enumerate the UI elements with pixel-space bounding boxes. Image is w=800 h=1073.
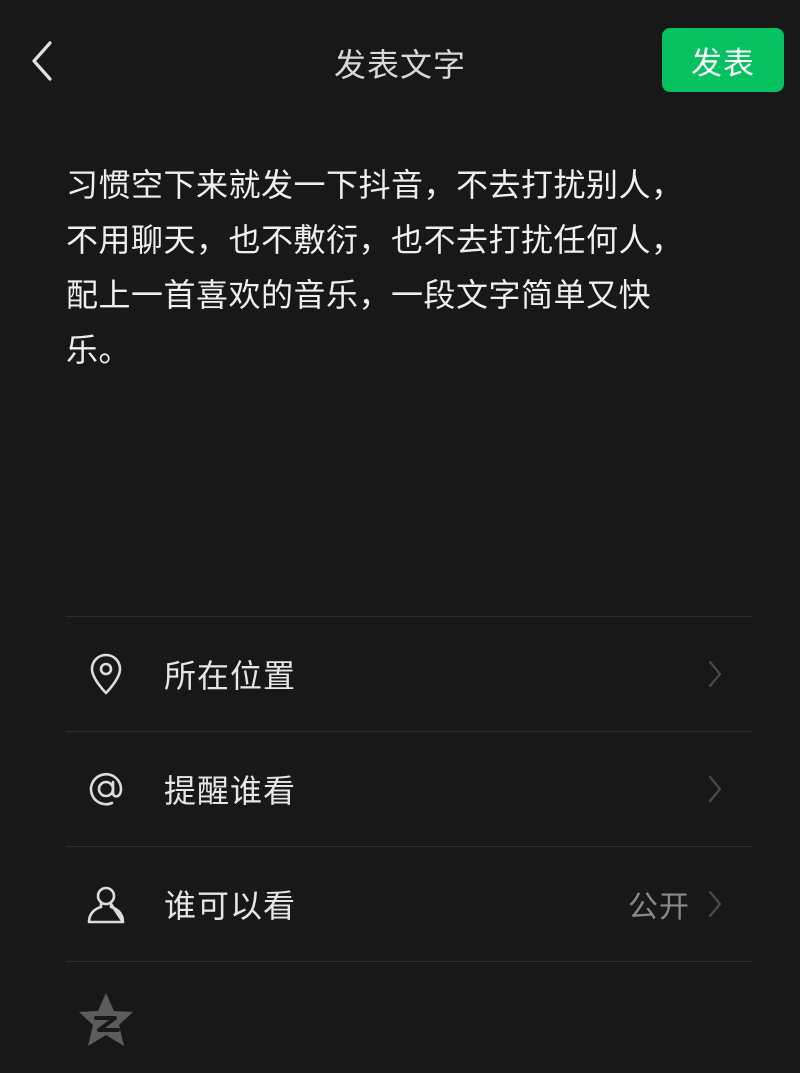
post-text-area[interactable]: 习惯空下来就发一下抖音，不去打扰别人， 不用聊天，也不敷衍，也不去打扰任何人， …: [66, 158, 746, 378]
chevron-right-icon: [706, 774, 724, 804]
visibility-value: 公开: [628, 890, 690, 925]
qzone-star-icon[interactable]: [76, 990, 136, 1050]
post-options-list: 所在位置 提醒谁看 谁可以看 公开: [66, 616, 752, 962]
person-icon: [84, 882, 128, 926]
at-icon: [84, 767, 128, 811]
divider: [66, 961, 752, 962]
mention-row[interactable]: 提醒谁看: [66, 732, 752, 846]
top-bar: 发表文字 发表: [0, 0, 800, 122]
visibility-label: 谁可以看: [164, 887, 297, 925]
visibility-row[interactable]: 谁可以看 公开: [66, 847, 752, 961]
location-label: 所在位置: [164, 657, 297, 695]
chevron-right-icon: [706, 659, 724, 689]
location-pin-icon: [84, 652, 128, 696]
post-button[interactable]: 发表: [662, 28, 784, 92]
mention-label: 提醒谁看: [164, 772, 297, 810]
location-row[interactable]: 所在位置: [66, 617, 752, 731]
chevron-right-icon: [706, 889, 724, 919]
